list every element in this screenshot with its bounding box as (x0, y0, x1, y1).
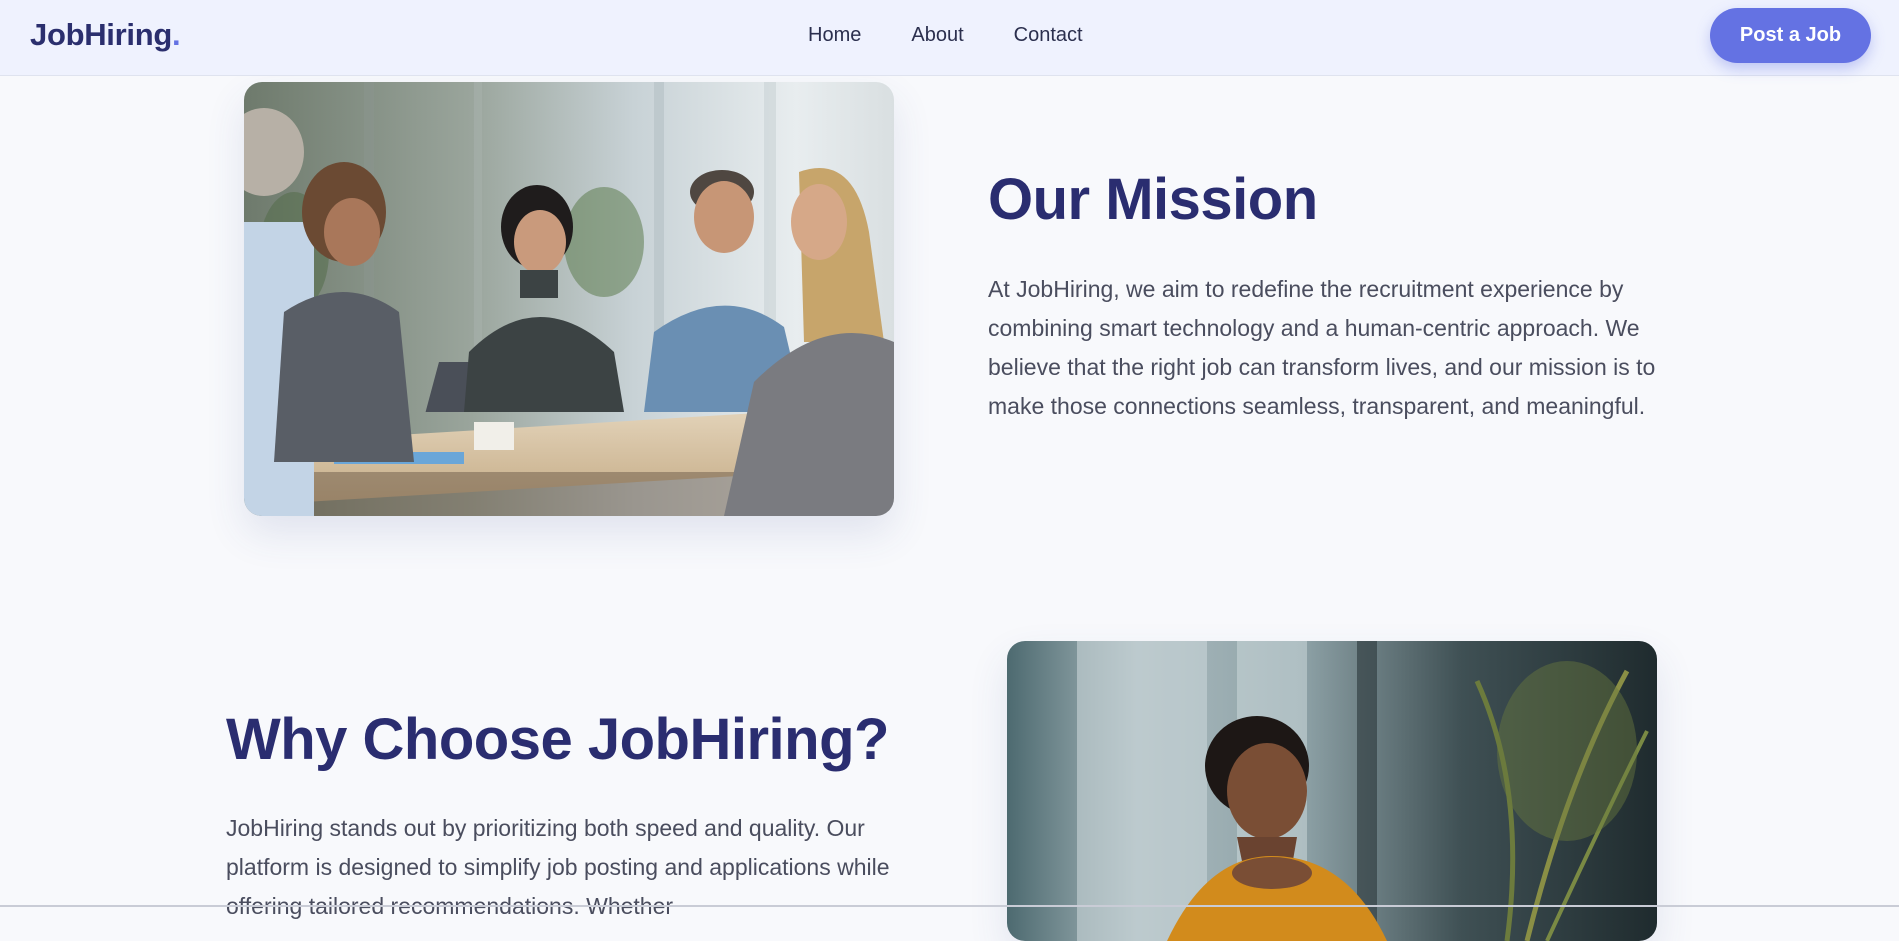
nav-link-home[interactable]: Home (808, 24, 861, 47)
brand-name: JobHiring (30, 17, 172, 52)
main-nav: Home About Contact (808, 24, 1083, 47)
why-choose-heading: Why Choose JobHiring? (226, 707, 889, 772)
mission-heading: Our Mission (988, 167, 1318, 232)
nav-link-contact[interactable]: Contact (1014, 24, 1083, 47)
why-choose-paragraph: JobHiring stands out by prioritizing bot… (226, 815, 890, 919)
navbar: JobHiring. Home About Contact Post a Job (0, 0, 1899, 76)
mission-paragraph: At JobHiring, we aim to redefine the rec… (988, 276, 1656, 419)
mission-team-meeting-photo (244, 82, 894, 516)
nav-link-about[interactable]: About (911, 24, 963, 47)
brand-logo[interactable]: JobHiring. (30, 17, 181, 53)
why-smiling-woman-photo (1007, 641, 1657, 941)
brand-dot: . (171, 17, 181, 52)
post-a-job-button[interactable]: Post a Job (1710, 8, 1871, 63)
